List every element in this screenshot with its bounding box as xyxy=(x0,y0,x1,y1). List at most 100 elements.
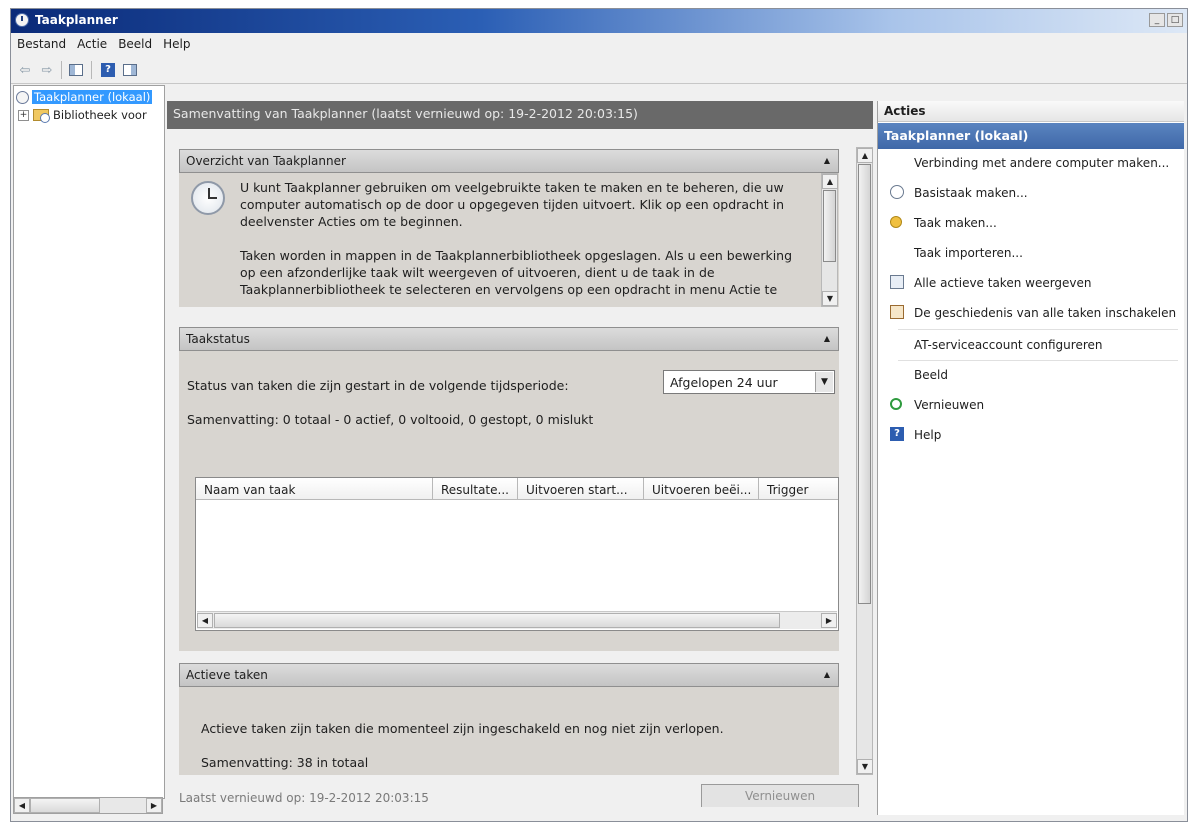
action-label: Beeld xyxy=(914,368,948,382)
active-tasks-description: Actieve taken zijn taken die momenteel z… xyxy=(201,721,724,736)
taskstatus-body: Status van taken die zijn gestart in de … xyxy=(179,351,839,651)
tree-label-library: Bibliotheek voor xyxy=(53,108,147,122)
tree-label-root: Taakplanner (lokaal) xyxy=(32,90,153,104)
action-label: De geschiedenis van alle taken inschakel… xyxy=(914,306,1177,320)
clock-icon xyxy=(15,13,29,27)
summary-header: Samenvatting van Taakplanner (laatst ver… xyxy=(167,101,873,129)
help-icon[interactable]: ? xyxy=(99,62,117,78)
scroll-right-icon[interactable]: ▶ xyxy=(821,613,837,628)
toolbar: ⇦ ⇨ ? xyxy=(11,57,1187,84)
tree-item-taakplanner-lokaal[interactable]: Taakplanner (lokaal) xyxy=(16,89,153,105)
help-icon-glyph: ? xyxy=(101,63,115,77)
actions-header: Acties xyxy=(878,101,1184,122)
column-header-trigger[interactable]: Trigger xyxy=(759,478,838,500)
overview-section-header[interactable]: Overzicht van Taakplanner ▲ xyxy=(179,149,839,173)
taskstatus-summary: Samenvatting: 0 totaal - 0 actief, 0 vol… xyxy=(187,412,594,427)
actions-title: Acties xyxy=(884,104,926,118)
scroll-down-icon[interactable]: ▼ xyxy=(822,291,838,306)
active-tasks-section-header[interactable]: Actieve taken ▲ xyxy=(179,663,839,687)
action-show-running-tasks[interactable]: Alle actieve taken weergeven xyxy=(878,269,1184,298)
taskstatus-title: Taakstatus xyxy=(186,332,250,346)
menu-bestand[interactable]: Bestand xyxy=(11,33,71,51)
action-label: Taak importeren... xyxy=(914,246,1023,260)
action-label: Alle actieve taken weergeven xyxy=(914,276,1092,290)
active-tasks-title: Actieve taken xyxy=(186,668,268,682)
action-label: Taak maken... xyxy=(914,216,997,230)
action-enable-history[interactable]: De geschiedenis van alle taken inschakel… xyxy=(878,299,1184,328)
last-refreshed-label: Laatst vernieuwd op: 19-2-2012 20:03:15 xyxy=(179,791,429,805)
title-bar: Taakplanner _ □ xyxy=(11,9,1187,33)
action-label: Basistaak maken... xyxy=(914,186,1028,200)
action-label: Help xyxy=(914,428,942,442)
actions-group-title: Taakplanner (lokaal) xyxy=(884,128,1029,143)
period-select[interactable]: Afgelopen 24 uur ▼ xyxy=(663,370,835,394)
scroll-left-icon[interactable]: ◀ xyxy=(197,613,213,628)
column-header-run-start[interactable]: Uitvoeren start... xyxy=(518,478,644,500)
scroll-right-icon[interactable]: ▶ xyxy=(146,798,162,813)
center-footer: Laatst vernieuwd op: 19-2-2012 20:03:15 … xyxy=(167,775,873,807)
task-status-table[interactable]: Naam van taak Resultate... Uitvoeren sta… xyxy=(195,477,839,631)
back-arrow-icon[interactable]: ⇦ xyxy=(15,62,35,78)
menu-beeld[interactable]: Beeld xyxy=(112,33,157,51)
action-connect-computer[interactable]: Verbinding met andere computer maken... xyxy=(878,149,1184,178)
overview-scrollbar[interactable]: ▲ ▼ xyxy=(821,173,838,307)
period-label: Status van taken die zijn gestart in de … xyxy=(187,378,569,393)
chevron-down-icon[interactable]: ▼ xyxy=(815,372,833,392)
active-tasks-summary: Samenvatting: 38 in totaal xyxy=(201,755,369,770)
action-label: Vernieuwen xyxy=(914,398,985,412)
nav-horizontal-scrollbar[interactable]: ◀ ▶ xyxy=(13,797,163,814)
menu-bar: Bestand Actie Beeld Help xyxy=(11,33,1187,58)
action-view[interactable]: Beeld xyxy=(878,361,1184,390)
action-configure-at-account[interactable]: AT-serviceaccount configureren xyxy=(878,331,1184,360)
column-header-run-end[interactable]: Uitvoeren beëi... xyxy=(644,478,759,500)
refresh-icon xyxy=(890,398,902,410)
task-library-folder-icon xyxy=(33,109,50,123)
action-help[interactable]: ? Help xyxy=(878,421,1184,450)
scroll-up-icon[interactable]: ▲ xyxy=(857,148,873,163)
action-import-task[interactable]: Taak importeren... xyxy=(878,239,1184,268)
forward-arrow-icon[interactable]: ⇨ xyxy=(37,62,57,78)
scroll-thumb[interactable] xyxy=(858,164,871,604)
scroll-thumb[interactable] xyxy=(30,798,100,813)
help-icon: ? xyxy=(890,427,904,441)
table-horizontal-scrollbar[interactable]: ◀ ▶ xyxy=(197,611,837,629)
column-header-task-name[interactable]: Naam van taak xyxy=(196,478,433,500)
scroll-up-icon[interactable]: ▲ xyxy=(822,174,838,189)
window-title: Taakplanner xyxy=(35,13,118,27)
maximize-button[interactable]: □ xyxy=(1167,13,1183,27)
basic-task-icon xyxy=(890,185,904,199)
period-select-value: Afgelopen 24 uur xyxy=(670,375,778,390)
action-label: Verbinding met andere computer maken... xyxy=(914,156,1170,170)
column-header-result[interactable]: Resultate... xyxy=(433,478,518,500)
action-create-basic-task[interactable]: Basistaak maken... xyxy=(878,179,1184,208)
collapse-icon[interactable]: ▲ xyxy=(824,156,830,165)
show-hide-action-pane-icon[interactable] xyxy=(121,62,139,78)
show-hide-tree-icon[interactable] xyxy=(67,62,85,78)
summary-title: Samenvatting van Taakplanner (laatst ver… xyxy=(173,106,638,121)
overview-body: U kunt Taakplanner gebruiken om veelgebr… xyxy=(179,173,839,307)
taskstatus-section-header[interactable]: Taakstatus ▲ xyxy=(179,327,839,351)
collapse-icon[interactable]: ▲ xyxy=(824,670,830,679)
scroll-left-icon[interactable]: ◀ xyxy=(14,798,30,813)
menu-actie[interactable]: Actie xyxy=(71,33,112,51)
action-create-task[interactable]: Taak maken... xyxy=(878,209,1184,238)
collapse-icon[interactable]: ▲ xyxy=(824,334,830,343)
scroll-thumb[interactable] xyxy=(214,613,780,628)
clock-icon xyxy=(191,181,225,215)
action-label: AT-serviceaccount configureren xyxy=(914,338,1103,352)
tree-item-bibliotheek[interactable]: + Bibliotheek voor xyxy=(16,107,147,123)
action-refresh[interactable]: Vernieuwen xyxy=(878,391,1184,420)
expand-icon[interactable]: + xyxy=(18,109,29,121)
running-tasks-icon xyxy=(890,275,904,289)
scroll-thumb[interactable] xyxy=(823,190,836,262)
minimize-button[interactable]: _ xyxy=(1149,13,1165,27)
menu-help[interactable]: Help xyxy=(157,33,195,51)
overview-title: Overzicht van Taakplanner xyxy=(186,154,346,168)
refresh-button[interactable]: Vernieuwen xyxy=(701,784,859,807)
navigation-tree: Taakplanner (lokaal) + Bibliotheek voor xyxy=(13,85,165,799)
center-pane: Samenvatting van Taakplanner (laatst ver… xyxy=(167,101,873,807)
scroll-down-icon[interactable]: ▼ xyxy=(857,759,873,774)
center-vertical-scrollbar[interactable]: ▲ ▼ xyxy=(856,147,873,775)
actions-group-header[interactable]: Taakplanner (lokaal) xyxy=(878,123,1184,149)
history-icon xyxy=(890,305,904,319)
